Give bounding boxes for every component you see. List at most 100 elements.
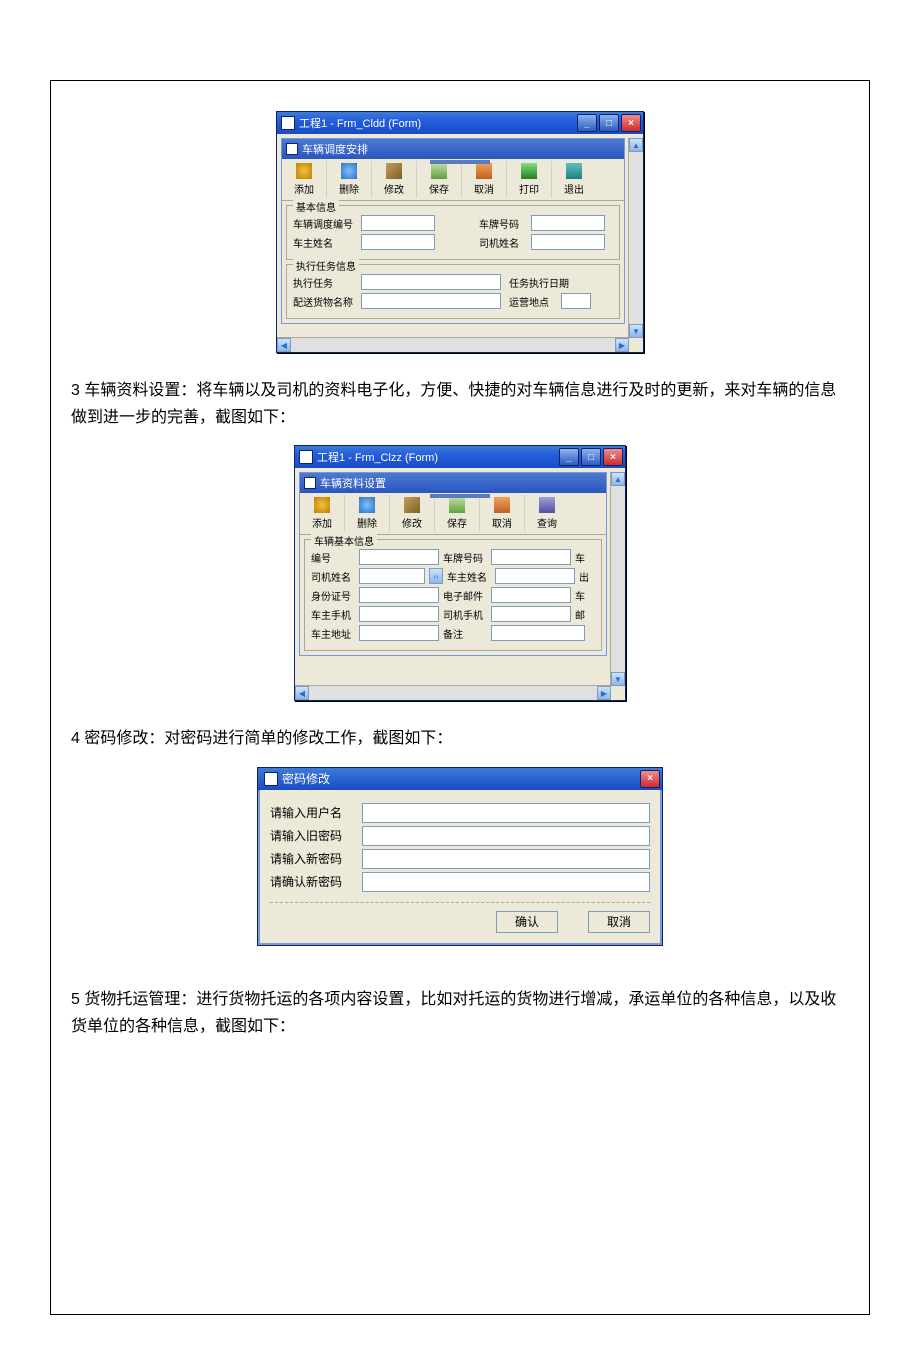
label-dispatch-no: 车辆调度编号	[293, 216, 357, 231]
maximize-button[interactable]: □	[581, 448, 601, 466]
horizontal-scrollbar[interactable]: ◀▶	[277, 337, 629, 352]
outer-title: 工程1 - Frm_Clzz (Form)	[317, 449, 438, 465]
group-title: 基本信息	[293, 199, 339, 214]
scroll-left-icon[interactable]: ◀	[295, 686, 309, 700]
mdi-handle-icon	[430, 160, 490, 164]
input-owner-phone[interactable]	[359, 606, 439, 622]
app-icon	[299, 450, 313, 464]
tb-add[interactable]: 添加	[282, 161, 327, 198]
label-location: 运营地点	[509, 294, 557, 309]
input-email[interactable]	[491, 587, 571, 603]
tb-cancel[interactable]: 取消	[480, 495, 525, 532]
tb-cancel[interactable]: 取消	[462, 161, 507, 198]
inner-titlebar[interactable]: 车辆调度安排	[282, 139, 624, 159]
input-task[interactable]	[361, 274, 501, 290]
exit-icon	[566, 163, 582, 179]
minimize-button[interactable]: _	[559, 448, 579, 466]
label-idno: 身份证号	[311, 588, 355, 603]
input-address[interactable]	[359, 625, 439, 641]
input-idno[interactable]	[359, 587, 439, 603]
label-remark: 备注	[443, 626, 487, 641]
inner-window: 车辆调度安排 添加 删除 修改 保存 取消 打印 退出 基本信息 车辆调度编号 车…	[281, 138, 625, 324]
window-password: 密码修改 × 请输入用户名 请输入旧密码 请输入新密码 请确认新密码 确认 取消	[257, 767, 663, 946]
input-dispatch-no[interactable]	[361, 215, 435, 231]
tb-add[interactable]: 添加	[300, 495, 345, 532]
inner-title-text: 车辆调度安排	[302, 141, 368, 157]
maximize-button[interactable]: □	[599, 114, 619, 132]
input-plate[interactable]	[491, 549, 571, 565]
tb-delete[interactable]: 删除	[345, 495, 390, 532]
outer-titlebar[interactable]: 工程1 - Frm_Clzz (Form) _ □ ×	[295, 446, 625, 468]
tb-modify[interactable]: 修改	[390, 495, 435, 532]
input-confirm-password[interactable]	[362, 872, 650, 892]
save-icon	[449, 497, 465, 513]
input-driver[interactable]	[531, 234, 605, 250]
input-driver-phone[interactable]	[491, 606, 571, 622]
input-goods[interactable]	[361, 293, 501, 309]
label-owner-phone: 车主手机	[311, 607, 355, 622]
inner-window: 车辆资料设置 添加 删除 修改 保存 取消 查询 车辆基本信息 编号车牌号码车 …	[299, 472, 607, 656]
pw-titlebar[interactable]: 密码修改 ×	[258, 768, 662, 790]
form-icon	[286, 143, 298, 155]
outer-title: 工程1 - Frm_Cldd (Form)	[299, 115, 421, 131]
label-cut: 车	[575, 588, 585, 603]
document-frame: 工程1 - Frm_Cldd (Form) _ □ × 车辆调度安排 添加 删除…	[50, 80, 870, 1315]
scroll-down-icon[interactable]: ▼	[611, 672, 625, 686]
tb-print[interactable]: 打印	[507, 161, 552, 198]
tb-save[interactable]: 保存	[417, 161, 462, 198]
input-driver[interactable]	[359, 568, 425, 584]
form-icon	[264, 772, 278, 786]
delete-icon	[341, 163, 357, 179]
window-cldd: 工程1 - Frm_Cldd (Form) _ □ × 车辆调度安排 添加 删除…	[276, 111, 644, 353]
label-driver: 司机姓名	[479, 235, 527, 250]
minimize-button[interactable]: _	[577, 114, 597, 132]
input-id[interactable]	[359, 549, 439, 565]
input-plate[interactable]	[531, 215, 605, 231]
input-new-password[interactable]	[362, 849, 650, 869]
form-icon	[304, 477, 316, 489]
label-driver: 司机姓名	[311, 569, 355, 584]
group-title: 执行任务信息	[293, 258, 359, 273]
lookup-button[interactable]: ‹‹	[429, 568, 443, 584]
tb-query[interactable]: 查询	[525, 495, 569, 532]
group-vehicle-info: 车辆基本信息 编号车牌号码车 司机姓名‹‹车主姓名出 身份证号电子邮件车 车主手…	[304, 539, 602, 651]
modify-icon	[404, 497, 420, 513]
paragraph-5: 5 货物托运管理：进行货物托运的各项内容设置，比如对托运的货物进行增减，承运单位…	[71, 986, 849, 1040]
outer-titlebar[interactable]: 工程1 - Frm_Cldd (Form) _ □ ×	[277, 112, 643, 134]
input-remark[interactable]	[491, 625, 585, 641]
inner-titlebar[interactable]: 车辆资料设置	[300, 473, 606, 493]
input-old-password[interactable]	[362, 826, 650, 846]
window-clzz: 工程1 - Frm_Clzz (Form) _ □ × 车辆资料设置 添加 删除…	[294, 445, 626, 701]
label-plate: 车牌号码	[479, 216, 527, 231]
tb-save[interactable]: 保存	[435, 495, 480, 532]
close-button[interactable]: ×	[640, 770, 660, 788]
toolbar: 添加 删除 修改 保存 取消 查询	[300, 493, 606, 535]
scroll-down-icon[interactable]: ▼	[629, 324, 643, 338]
horizontal-scrollbar[interactable]: ◀▶	[295, 685, 611, 700]
vertical-scrollbar[interactable]: ▲▼	[628, 138, 643, 338]
label-old-password: 请输入旧密码	[270, 827, 358, 844]
scroll-right-icon[interactable]: ▶	[597, 686, 611, 700]
input-owner[interactable]	[495, 568, 575, 584]
delete-icon	[359, 497, 375, 513]
label-driver-phone: 司机手机	[443, 607, 487, 622]
scroll-right-icon[interactable]: ▶	[615, 338, 629, 352]
vertical-scrollbar[interactable]: ▲▼	[610, 472, 625, 686]
close-button[interactable]: ×	[621, 114, 641, 132]
label-address: 车主地址	[311, 626, 355, 641]
tb-exit[interactable]: 退出	[552, 161, 596, 198]
tb-modify[interactable]: 修改	[372, 161, 417, 198]
cancel-button[interactable]: 取消	[588, 911, 650, 933]
tb-delete[interactable]: 删除	[327, 161, 372, 198]
ok-button[interactable]: 确认	[496, 911, 558, 933]
label-owner: 车主姓名	[447, 569, 491, 584]
input-username[interactable]	[362, 803, 650, 823]
close-button[interactable]: ×	[603, 448, 623, 466]
label-email: 电子邮件	[443, 588, 487, 603]
input-owner[interactable]	[361, 234, 435, 250]
scroll-up-icon[interactable]: ▲	[611, 472, 625, 486]
input-location[interactable]	[561, 293, 591, 309]
scroll-up-icon[interactable]: ▲	[629, 138, 643, 152]
scroll-left-icon[interactable]: ◀	[277, 338, 291, 352]
cancel-icon	[476, 163, 492, 179]
